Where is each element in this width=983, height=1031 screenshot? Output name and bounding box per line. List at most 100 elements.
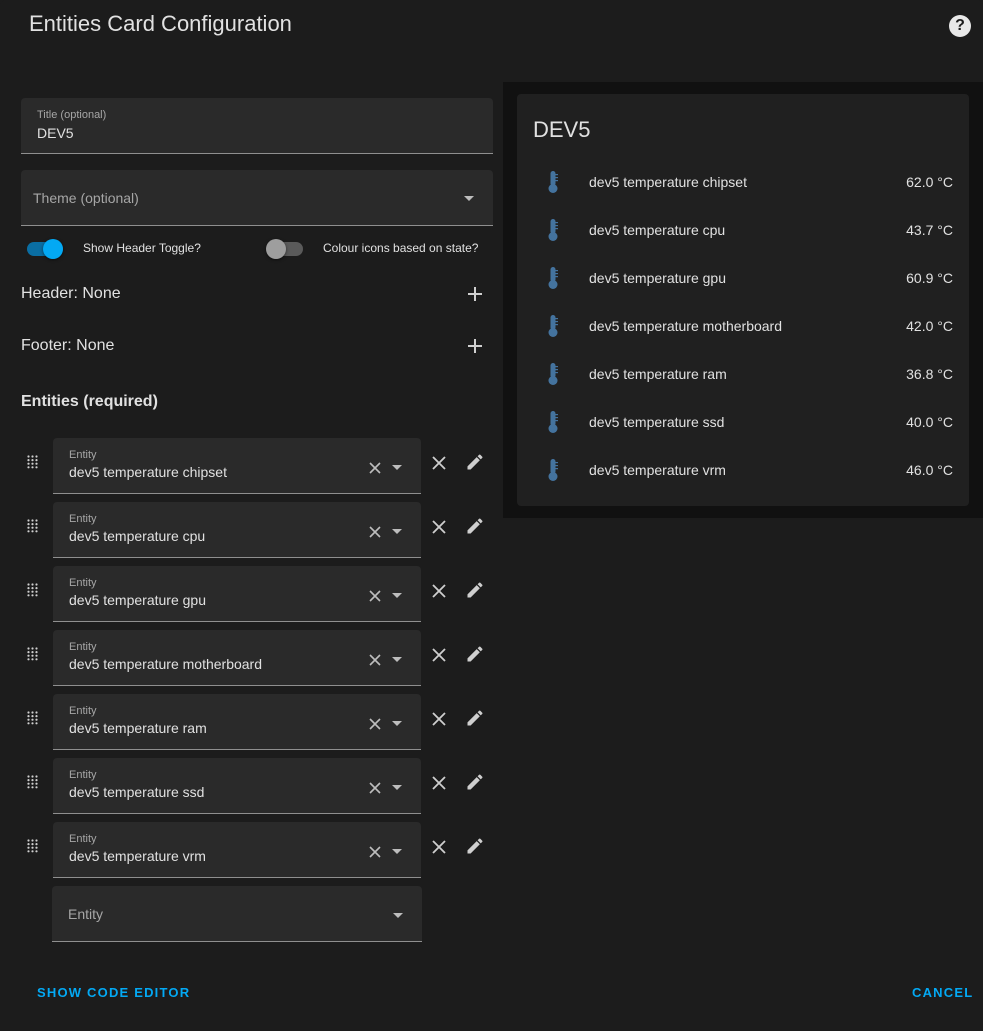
edit-entity-pencil-icon[interactable] bbox=[465, 772, 485, 792]
preview-entity-name: dev5 temperature gpu bbox=[589, 270, 726, 286]
title-field-value: DEV5 bbox=[37, 125, 74, 141]
chevron-down-icon bbox=[392, 657, 402, 662]
edit-entity-pencil-icon[interactable] bbox=[465, 708, 485, 728]
clear-icon[interactable] bbox=[369, 654, 381, 666]
thermometer-icon bbox=[548, 315, 558, 337]
chevron-down-icon bbox=[392, 849, 402, 854]
entity-field-value: dev5 temperature vrm bbox=[69, 848, 206, 864]
entity-field-value: dev5 temperature chipset bbox=[69, 464, 227, 480]
entity-select[interactable]: Entity dev5 temperature cpu bbox=[53, 502, 421, 558]
preview-entity-value: 40.0 °C bbox=[906, 414, 953, 430]
clear-icon[interactable] bbox=[369, 782, 381, 794]
title-field-label: Title (optional) bbox=[37, 109, 107, 121]
clear-icon[interactable] bbox=[369, 846, 381, 858]
thermometer-icon bbox=[548, 171, 558, 193]
edit-entity-pencil-icon[interactable] bbox=[465, 644, 485, 664]
preview-entity-name: dev5 temperature vrm bbox=[589, 462, 726, 478]
dialog-title: Entities Card Configuration bbox=[29, 11, 292, 36]
clear-icon[interactable] bbox=[369, 462, 381, 474]
preview-entity-name: dev5 temperature motherboard bbox=[589, 318, 782, 334]
theme-select[interactable]: Theme (optional) bbox=[21, 170, 493, 226]
add-footer-plus-icon[interactable] bbox=[468, 339, 482, 353]
card-config-dialog: Entities Card Configuration ? Title (opt… bbox=[0, 0, 983, 1031]
entity-field-value: dev5 temperature motherboard bbox=[69, 656, 262, 672]
toggle-knob bbox=[266, 239, 286, 259]
cancel-button[interactable]: CANCEL bbox=[912, 985, 973, 1000]
theme-placeholder: Theme (optional) bbox=[33, 189, 139, 206]
preview-entity-value: 60.9 °C bbox=[906, 270, 953, 286]
edit-entity-pencil-icon[interactable] bbox=[465, 516, 485, 536]
thermometer-icon bbox=[548, 363, 558, 385]
edit-entity-pencil-icon[interactable] bbox=[465, 580, 485, 600]
edit-entity-pencil-icon[interactable] bbox=[465, 836, 485, 856]
entity-field-label: Entity bbox=[69, 577, 97, 589]
remove-entity-close-icon[interactable] bbox=[432, 776, 446, 790]
show-code-editor-button[interactable]: SHOW CODE EDITOR bbox=[37, 985, 190, 1000]
entities-heading: Entities (required) bbox=[21, 393, 158, 410]
entity-select[interactable]: Entity dev5 temperature motherboard bbox=[53, 630, 421, 686]
thermometer-icon bbox=[548, 411, 558, 433]
drag-handle-icon[interactable] bbox=[27, 647, 39, 661]
entity-select[interactable]: Entity dev5 temperature ram bbox=[53, 694, 421, 750]
preview-entity-value: 62.0 °C bbox=[906, 174, 953, 190]
entity-field-value: dev5 temperature ram bbox=[69, 720, 207, 736]
preview-entity-row[interactable]: dev5 temperature motherboard 42.0 °C bbox=[533, 314, 953, 338]
entity-select[interactable]: Entity dev5 temperature gpu bbox=[53, 566, 421, 622]
entity-field-label: Entity bbox=[69, 513, 97, 525]
entity-field-value: dev5 temperature ssd bbox=[69, 784, 205, 800]
title-field[interactable]: Title (optional) DEV5 bbox=[21, 98, 493, 154]
chevron-down-icon bbox=[392, 529, 402, 534]
drag-handle-icon[interactable] bbox=[27, 583, 39, 597]
preview-entity-row[interactable]: dev5 temperature ram 36.8 °C bbox=[533, 362, 953, 386]
clear-icon[interactable] bbox=[369, 590, 381, 602]
drag-handle-icon[interactable] bbox=[27, 519, 39, 533]
remove-entity-close-icon[interactable] bbox=[432, 584, 446, 598]
clear-icon[interactable] bbox=[369, 526, 381, 538]
preview-entity-name: dev5 temperature chipset bbox=[589, 174, 747, 190]
preview-entity-name: dev5 temperature cpu bbox=[589, 222, 726, 238]
entity-select[interactable]: Entity dev5 temperature chipset bbox=[53, 438, 421, 494]
edit-entity-pencil-icon[interactable] bbox=[465, 452, 485, 472]
preview-entity-row[interactable]: dev5 temperature cpu 43.7 °C bbox=[533, 218, 953, 242]
preview-card-title: DEV5 bbox=[533, 117, 591, 142]
entity-field-value: dev5 temperature gpu bbox=[69, 592, 206, 608]
remove-entity-close-icon[interactable] bbox=[432, 456, 446, 470]
chevron-down-icon bbox=[392, 721, 402, 726]
remove-entity-close-icon[interactable] bbox=[432, 712, 446, 726]
add-header-plus-icon[interactable] bbox=[468, 287, 482, 301]
drag-handle-icon[interactable] bbox=[27, 711, 39, 725]
remove-entity-close-icon[interactable] bbox=[432, 840, 446, 854]
preview-entity-name: dev5 temperature ram bbox=[589, 366, 727, 382]
help-icon[interactable]: ? bbox=[949, 15, 971, 37]
preview-entity-row[interactable]: dev5 temperature gpu 60.9 °C bbox=[533, 266, 953, 290]
entity-select[interactable]: Entity dev5 temperature ssd bbox=[53, 758, 421, 814]
remove-entity-close-icon[interactable] bbox=[432, 520, 446, 534]
entity-field-label: Entity bbox=[69, 641, 97, 653]
preview-entity-row[interactable]: dev5 temperature ssd 40.0 °C bbox=[533, 410, 953, 434]
entity-select[interactable]: Entity dev5 temperature vrm bbox=[53, 822, 421, 878]
chevron-down-icon bbox=[393, 913, 403, 918]
toggle-knob bbox=[43, 239, 63, 259]
preview-entity-row[interactable]: dev5 temperature vrm 46.0 °C bbox=[533, 458, 953, 482]
preview-entity-value: 43.7 °C bbox=[906, 222, 953, 238]
preview-entity-row[interactable]: dev5 temperature chipset 62.0 °C bbox=[533, 170, 953, 194]
drag-handle-icon[interactable] bbox=[27, 775, 39, 789]
chevron-down-icon bbox=[392, 785, 402, 790]
chevron-down-icon bbox=[464, 196, 474, 201]
entity-field-label: Entity bbox=[69, 705, 97, 717]
entity-field-label: Entity bbox=[69, 769, 97, 781]
entity-field-value: dev5 temperature cpu bbox=[69, 528, 206, 544]
entity-field-label: Entity bbox=[69, 833, 97, 845]
clear-icon[interactable] bbox=[369, 718, 381, 730]
colour-icons-toggle-label: Colour icons based on state? bbox=[323, 241, 479, 255]
remove-entity-close-icon[interactable] bbox=[432, 648, 446, 662]
drag-handle-icon[interactable] bbox=[27, 839, 39, 853]
preview-entity-value: 46.0 °C bbox=[906, 462, 953, 478]
drag-handle-icon[interactable] bbox=[27, 455, 39, 469]
show-header-toggle-label: Show Header Toggle? bbox=[83, 241, 201, 255]
new-entity-select[interactable]: Entity bbox=[52, 886, 422, 942]
preview-entity-name: dev5 temperature ssd bbox=[589, 414, 725, 430]
header-row: Header: None bbox=[21, 285, 121, 302]
chevron-down-icon bbox=[392, 465, 402, 470]
chevron-down-icon bbox=[392, 593, 402, 598]
